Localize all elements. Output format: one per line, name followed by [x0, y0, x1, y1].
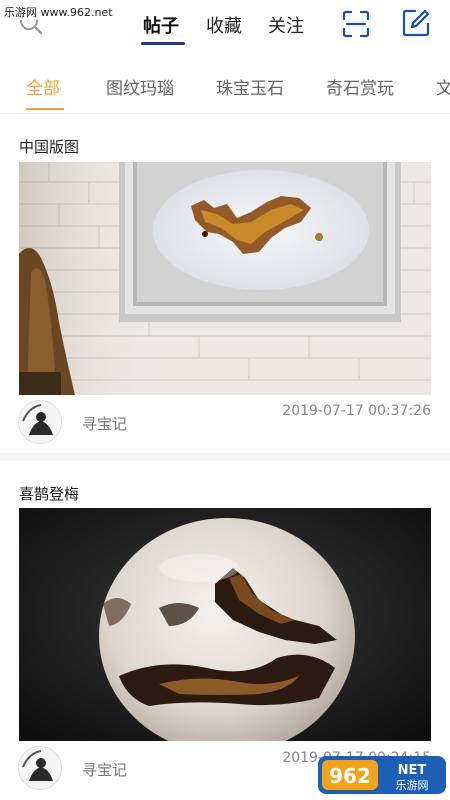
logo-number: 962: [329, 764, 371, 788]
author-name[interactable]: 寻宝记: [82, 759, 127, 780]
author-avatar[interactable]: [18, 746, 62, 790]
post-title[interactable]: 喜鹊登梅: [19, 483, 79, 504]
tab-following[interactable]: 关注: [268, 12, 304, 38]
post-time: 2019-07-17 00:37:26: [282, 403, 431, 419]
category-more[interactable]: 文: [436, 74, 450, 99]
post-title[interactable]: 中国版图: [19, 136, 79, 157]
category-pattern-agate[interactable]: 图纹玛瑙: [106, 74, 174, 99]
active-category-indicator: [26, 108, 64, 110]
category-all[interactable]: 全部: [26, 74, 60, 99]
top-header: 乐游网 www.962.net 帖子 收藏 关注: [0, 0, 450, 52]
tab-posts[interactable]: 帖子: [143, 12, 179, 38]
author-name[interactable]: 寻宝记: [82, 413, 127, 434]
edit-icon[interactable]: [401, 8, 431, 38]
tab-favorites[interactable]: 收藏: [206, 12, 242, 38]
category-tabs: 全部 图纹玛瑙 珠宝玉石 奇石赏玩 文: [0, 58, 450, 114]
category-jewelry-jade[interactable]: 珠宝玉石: [216, 74, 284, 99]
site-logo-watermark: 962 NET 乐游网: [318, 756, 446, 794]
main-tabs: 帖子 收藏 关注: [0, 0, 450, 52]
active-tab-indicator: [141, 42, 185, 45]
category-curio-stones[interactable]: 奇石赏玩: [326, 74, 394, 99]
post-divider: [0, 453, 450, 461]
logo-caption: 乐游网: [396, 779, 429, 792]
logo-net: NET: [398, 763, 427, 778]
author-avatar[interactable]: [18, 400, 62, 444]
post-image[interactable]: [19, 508, 431, 741]
scan-icon[interactable]: [342, 10, 370, 38]
post-image[interactable]: [19, 162, 431, 395]
